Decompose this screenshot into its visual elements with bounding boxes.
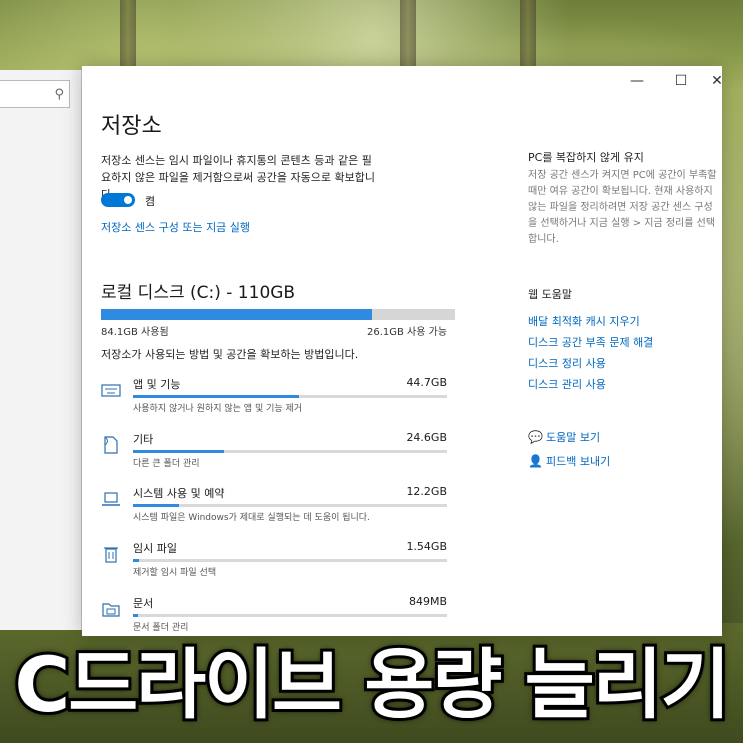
category-bar-fill [133,450,225,453]
background-window [0,70,82,630]
category-size: 849MB [408,595,447,608]
category-bar [133,504,447,507]
chat-help-icon: 💬 [528,430,543,444]
help-link-delivery-cache[interactable]: 배달 최적화 캐시 지우기 [528,313,640,329]
category-subtext: 시스템 파일은 Windows가 제대로 실행되는 데 도움이 됩니다. [133,513,370,523]
category-bar-fill [133,395,300,398]
drive-description: 저장소가 사용되는 방법 및 공간을 확보하는 방법입니다. [101,348,359,361]
category-size: 24.6GB [406,431,447,444]
category-bar [133,559,447,562]
keyboard-icon [101,384,121,397]
configure-storage-sense-link[interactable]: 저장소 센스 구성 또는 지금 실행 [101,219,250,235]
page-title: 저장소 [101,114,162,139]
category-size: 44.7GB [406,376,447,389]
get-help-link[interactable]: 💬 도움말 보기 [528,429,600,445]
drive-usage-fill [101,309,372,320]
feedback-link[interactable]: 👤 피드백 보내기 [528,453,610,469]
category-name: 문서 [133,597,154,610]
get-help-label: 도움말 보기 [546,431,601,444]
maximize-button[interactable]: ☐ [666,71,696,91]
category-bar-fill [133,504,179,507]
help-link-disk-management[interactable]: 디스크 관리 사용 [528,376,606,392]
banner-text: C드라이브 용량 늘리기 [12,637,734,732]
search-icon: ⚲ [54,87,64,102]
category-apps[interactable]: 앱 및 기능 44.7GB 사용하지 않거나 원하지 않는 앱 및 기능 제거 [101,376,451,430]
category-size: 1.54GB [406,540,447,553]
title-bar: — ☐ ✕ [82,66,722,94]
search-input[interactable]: ⚲ [0,80,70,108]
feedback-label: 피드백 보내기 [546,455,611,468]
category-other[interactable]: 기타 24.6GB 다른 큰 폴더 관리 [101,431,451,485]
drive-title: 로컬 디스크 (C:) - 110GB [101,283,296,303]
toggle-knob [124,196,132,204]
category-name: 기타 [133,433,154,446]
web-help-heading: 웹 도움말 [528,288,572,301]
keep-pc-tidy-heading: PC를 복잡하지 않게 유지 [528,151,644,164]
category-bar [133,450,447,453]
category-bar [133,395,447,398]
category-name: 시스템 사용 및 예약 [133,487,225,500]
category-subtext: 사용하지 않거나 원하지 않는 앱 및 기능 제거 [133,404,303,414]
trash-icon [104,547,118,563]
category-subtext: 다른 큰 폴더 관리 [133,459,200,469]
storage-settings-window: — ☐ ✕ 저장소 저장소 센스는 임시 파일이나 휴지통의 콘텐츠 등과 같은… [82,66,722,636]
category-size: 12.2GB [406,485,447,498]
category-name: 앱 및 기능 [133,378,181,391]
title-banner: C드라이브 용량 늘리기 [0,612,743,743]
drive-used-label: 84.1GB 사용됨 [101,327,169,338]
laptop-icon [102,492,120,506]
category-bar-fill [133,559,140,562]
category-name: 임시 파일 [133,542,177,555]
minimize-button[interactable]: — [622,71,652,91]
close-button[interactable]: ✕ [702,71,722,91]
help-link-low-disk[interactable]: 디스크 공간 부족 문제 해결 [528,334,653,350]
category-temp-files[interactable]: 임시 파일 1.54GB 제거할 임시 파일 선택 [101,540,451,594]
category-system[interactable]: 시스템 사용 및 예약 12.2GB 시스템 파일은 Windows가 제대로 … [101,485,451,539]
storage-sense-toggle[interactable] [101,193,135,207]
category-subtext: 제거할 임시 파일 선택 [133,568,217,578]
help-link-disk-cleanup[interactable]: 디스크 정리 사용 [528,355,606,371]
document-icon [104,436,118,454]
drive-free-label: 26.1GB 사용 가능 [367,327,448,338]
drive-usage-bar [101,309,455,320]
toggle-state-label: 켬 [145,195,156,208]
feedback-icon: 👤 [528,454,543,468]
keep-pc-tidy-text: 저장 공간 센스가 켜지면 PC에 공간이 부족할 때만 여유 공간이 확보됩니… [528,170,717,245]
storage-sense-description: 저장소 센스는 임시 파일이나 휴지통의 콘텐츠 등과 같은 필요하지 않은 파… [101,154,375,201]
